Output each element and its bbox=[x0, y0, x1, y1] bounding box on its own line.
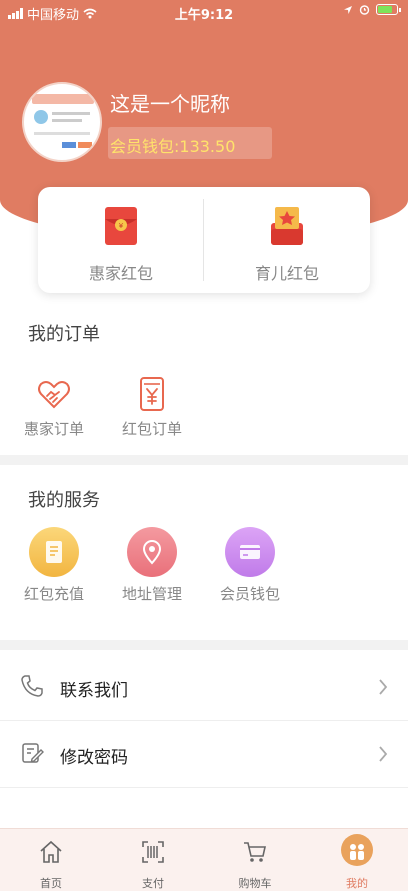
tab-mine[interactable]: 我的 bbox=[306, 829, 408, 891]
service-label: 会员钱包 bbox=[219, 585, 280, 603]
address-entry[interactable]: 地址管理 bbox=[117, 527, 187, 604]
member-wallet-entry[interactable]: 会员钱包 bbox=[215, 527, 285, 604]
home-icon bbox=[40, 840, 62, 863]
address-icon-circle bbox=[127, 527, 177, 577]
orders-section-title: 我的订单 bbox=[28, 324, 100, 345]
order-label: 惠家订单 bbox=[23, 420, 84, 438]
service-label: 地址管理 bbox=[121, 585, 182, 603]
order-label: 红包订单 bbox=[121, 420, 182, 438]
red-packet-order-entry[interactable]: 红包订单 bbox=[117, 376, 187, 439]
tab-label: 购物车 bbox=[238, 877, 272, 890]
huijia-red-packet[interactable]: ¥ 惠家红包 bbox=[38, 187, 204, 293]
document-icon bbox=[46, 541, 62, 563]
chevron-right-icon bbox=[379, 679, 388, 695]
yen-envelope-icon bbox=[140, 377, 164, 411]
location-pin-icon bbox=[142, 540, 162, 565]
card-icon bbox=[240, 545, 260, 559]
battery-icon bbox=[376, 4, 401, 15]
wallet-balance: 会员钱包:133.50 bbox=[110, 137, 236, 156]
chevron-right-icon bbox=[379, 746, 388, 762]
tab-pay[interactable]: 支付 bbox=[102, 829, 204, 891]
tab-cart[interactable]: 购物车 bbox=[204, 829, 306, 891]
handshake-heart-icon bbox=[38, 381, 70, 409]
svg-text:¥: ¥ bbox=[119, 222, 124, 230]
recharge-entry[interactable]: 红包充值 bbox=[19, 527, 89, 604]
service-label: 红包充值 bbox=[23, 585, 84, 603]
profile-icon bbox=[350, 844, 364, 860]
yuer-red-packet[interactable]: 育儿红包 bbox=[204, 187, 370, 293]
tab-label: 我的 bbox=[346, 877, 368, 890]
huijia-order-entry[interactable]: 惠家订单 bbox=[19, 376, 89, 439]
red-packet-label: 育儿红包 bbox=[254, 264, 319, 283]
phone-icon bbox=[21, 675, 43, 697]
section-separator bbox=[0, 640, 408, 650]
list-row-label: 联系我们 bbox=[60, 681, 128, 701]
contact-us-row[interactable]: 联系我们 bbox=[0, 654, 408, 721]
nickname: 这是一个昵称 bbox=[110, 92, 230, 116]
red-packet-card: ¥ 惠家红包 育儿红包 bbox=[38, 187, 370, 293]
scan-icon bbox=[142, 841, 164, 863]
recharge-icon-circle bbox=[29, 527, 79, 577]
wallet-icon-circle bbox=[225, 527, 275, 577]
avatar[interactable] bbox=[22, 82, 102, 162]
location-arrow-icon bbox=[344, 5, 352, 14]
status-bar: 中国移动 上午9:12 bbox=[0, 0, 408, 24]
bottom-tab-bar: 首页 支付 购物车 我的 bbox=[0, 828, 408, 891]
list-row-label: 修改密码 bbox=[60, 748, 128, 768]
cart-icon bbox=[244, 842, 266, 862]
section-separator bbox=[0, 455, 408, 465]
tab-label: 支付 bbox=[142, 877, 164, 890]
gift-box-icon bbox=[271, 207, 303, 245]
tab-home[interactable]: 首页 bbox=[0, 829, 102, 891]
edit-icon bbox=[22, 743, 44, 763]
red-packet-label: 惠家红包 bbox=[88, 264, 153, 283]
change-password-row[interactable]: 修改密码 bbox=[0, 721, 408, 788]
services-section-title: 我的服务 bbox=[28, 490, 100, 511]
alarm-icon bbox=[359, 5, 370, 15]
red-envelope-icon: ¥ bbox=[105, 207, 137, 245]
tab-label: 首页 bbox=[40, 877, 62, 890]
